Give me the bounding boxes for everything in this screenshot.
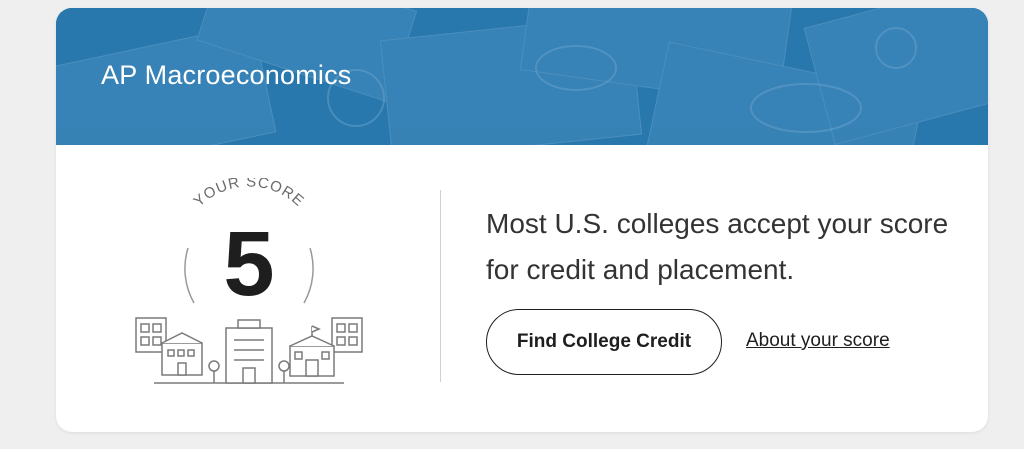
score-card: AP Macroeconomics YOUR SCORE 5 Most U.S.… [56, 8, 988, 432]
score-caption: YOUR SCORE [190, 178, 307, 210]
course-title: AP Macroeconomics [101, 60, 352, 90]
about-your-score-link[interactable]: About your score [746, 330, 890, 352]
find-college-credit-button[interactable]: Find College Credit [486, 309, 722, 375]
course-banner: AP Macroeconomics [56, 8, 988, 145]
score-value: 5 [223, 213, 275, 315]
section-divider [440, 190, 441, 382]
score-illustration: YOUR SCORE 5 [134, 178, 364, 393]
credit-message: Most U.S. colleges accept your score for… [486, 208, 949, 285]
